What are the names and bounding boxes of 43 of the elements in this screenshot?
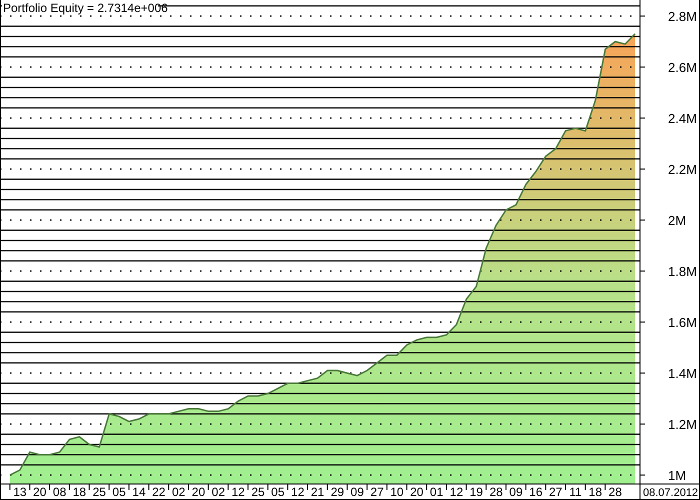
axis-label: 20: [192, 485, 206, 499]
axis-label: 2.4M: [668, 111, 697, 126]
axis-label: 02: [212, 485, 225, 499]
chart-title: Portfolio Equity = 2.7314e+006: [3, 1, 168, 15]
axis-label: 09: [509, 485, 523, 499]
axis-label: 12: [231, 485, 245, 499]
axis-label: 1M: [668, 468, 686, 484]
axis-label: 12: [450, 485, 464, 499]
axis-label: 1.6M: [668, 315, 697, 330]
axis-label: 13: [13, 485, 27, 499]
axis-label: 25: [251, 485, 265, 499]
axis-label: 01: [430, 485, 444, 499]
axis-label: 14: [132, 485, 146, 499]
axis-label: 27: [548, 485, 562, 499]
axis-label: 25: [92, 485, 106, 499]
axis-label: 20: [33, 485, 46, 499]
axis-label: 18: [72, 485, 86, 499]
axis-label: 02: [172, 485, 186, 499]
axis-label: 19: [470, 485, 483, 499]
axis-label: 16: [529, 485, 542, 499]
axis-label: 20: [410, 485, 424, 499]
axis-label: 18: [588, 485, 602, 499]
axis-label: 08: [52, 485, 66, 499]
axis-label: 2.2M: [668, 162, 697, 178]
axis-label: 22: [152, 485, 166, 499]
axis-label: 12: [291, 485, 304, 499]
axis-label: 1.2M: [668, 417, 697, 432]
axis-label: 2.8M: [668, 9, 697, 24]
axis-label: 2.6M: [668, 60, 697, 76]
axis-label: 09: [350, 485, 364, 499]
axis-label: 29: [330, 485, 344, 499]
axis-label: 1.4M: [668, 366, 697, 382]
axis-label: 05: [271, 485, 285, 499]
axis-label: 1.8M: [668, 264, 697, 280]
axis-label: 10: [390, 485, 404, 499]
axis-label: 2M: [668, 213, 686, 228]
axis-label: 05: [112, 485, 126, 499]
axis-label: 28: [608, 485, 622, 499]
date-label: 08.07.2012: [643, 487, 698, 499]
axis-label: 28: [489, 485, 503, 499]
axis-label: 11: [569, 485, 582, 499]
axis-label: 27: [370, 485, 384, 499]
axis-label: 21: [310, 485, 324, 499]
